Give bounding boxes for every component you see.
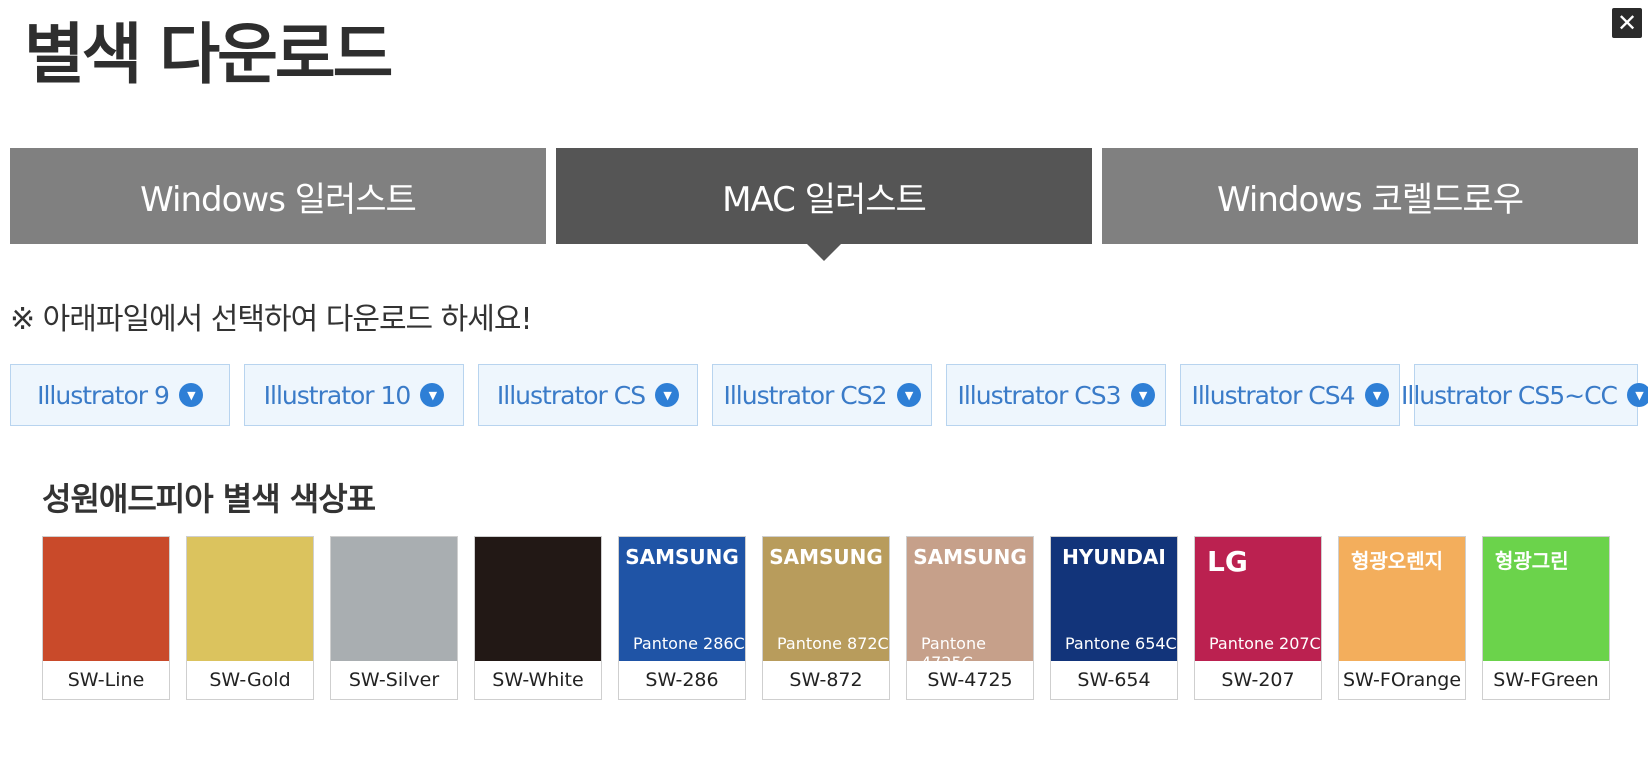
swatch-color [475, 537, 601, 661]
tab-windows-coreldraw[interactable]: Windows 코렐드로우 [1102, 148, 1638, 244]
download-icon: ▼ [1130, 383, 1155, 407]
brand-logo: 형광그린 [1495, 549, 1569, 573]
version-label: Illustrator 10 [263, 380, 412, 410]
version-button-illustrator-cs5-cc[interactable]: Illustrator CS5~CC ▼ [1401, 364, 1648, 426]
swatch-name: SW-286 [619, 661, 745, 699]
swatch-name: SW-Gold [187, 661, 313, 699]
pantone-label: Pantone 286C [633, 634, 745, 653]
brand-logo: LG [1207, 545, 1248, 578]
swatch-sw-654[interactable]: HYUNDAI Pantone 654C SW-654 [1050, 536, 1178, 700]
brand-logo: SAMSUNG [769, 545, 883, 569]
download-icon: ▼ [178, 383, 203, 407]
color-chart-title: 성원애드피아 별색 색상표 [42, 480, 376, 518]
version-button-illustrator-9[interactable]: Illustrator 9 ▼ [10, 364, 230, 426]
version-label: Illustrator CS4 [1191, 380, 1355, 410]
active-tab-pointer [807, 244, 841, 261]
pantone-label: Pantone 207C [1209, 634, 1321, 653]
version-button-illustrator-cs[interactable]: Illustrator CS ▼ [478, 364, 698, 426]
swatch-color [187, 537, 313, 661]
swatch-name: SW-207 [1195, 661, 1321, 699]
version-button-illustrator-cs3[interactable]: Illustrator CS3 ▼ [946, 364, 1166, 426]
swatch-sw-silver[interactable]: SW-Silver [330, 536, 458, 700]
version-button-illustrator-cs4[interactable]: Illustrator CS4 ▼ [1180, 364, 1400, 426]
download-icon: ▼ [1364, 383, 1389, 407]
os-tabs: Windows 일러스트 MAC 일러스트 Windows 코렐드로우 [10, 148, 1638, 261]
version-label: Illustrator CS [496, 380, 646, 410]
pantone-label: Pantone 654C [1065, 634, 1177, 653]
brand-logo: 형광오렌지 [1351, 549, 1443, 573]
swatch-name: SW-FGreen [1483, 661, 1609, 699]
brand-logo: SAMSUNG [913, 545, 1027, 569]
download-icon: ▼ [1626, 383, 1648, 407]
swatch-sw-line[interactable]: SW-Line [42, 536, 170, 700]
swatch-name: SW-4725 [907, 661, 1033, 699]
swatch-color [43, 537, 169, 661]
tab-label: Windows 코렐드로우 [1217, 179, 1524, 220]
tab-label: MAC 일러스트 [722, 179, 927, 220]
swatch-sw-gold[interactable]: SW-Gold [186, 536, 314, 700]
swatch-name: SW-654 [1051, 661, 1177, 699]
swatch-sw-4725[interactable]: SAMSUNG Pantone 4725C SW-4725 [906, 536, 1034, 700]
pantone-label: Pantone 872C [777, 634, 889, 653]
swatch-color [331, 537, 457, 661]
swatch-name: SW-FOrange [1339, 661, 1465, 699]
close-icon[interactable]: ✕ [1612, 8, 1642, 38]
swatch-name: SW-White [475, 661, 601, 699]
download-icon: ▼ [896, 383, 921, 407]
swatch-sw-white[interactable]: SW-White [474, 536, 602, 700]
swatch-name: SW-Line [43, 661, 169, 699]
swatch-sw-872[interactable]: SAMSUNG Pantone 872C SW-872 [762, 536, 890, 700]
version-label: Illustrator CS5~CC [1401, 380, 1618, 410]
version-label: Illustrator CS2 [723, 380, 887, 410]
brand-logo: SAMSUNG [625, 545, 739, 569]
tab-mac-illustrator[interactable]: MAC 일러스트 [556, 148, 1092, 261]
version-buttons: Illustrator 9 ▼ Illustrator 10 ▼ Illustr… [10, 364, 1648, 428]
swatch-name: SW-872 [763, 661, 889, 699]
swatch-sw-fgreen[interactable]: 형광그린 SW-FGreen [1482, 536, 1610, 700]
download-notice: ※ 아래파일에서 선택하여 다운로드 하세요! [10, 302, 533, 337]
swatch-sw-forange[interactable]: 형광오렌지 SW-FOrange [1338, 536, 1466, 700]
download-icon: ▼ [420, 383, 445, 407]
version-button-illustrator-cs2[interactable]: Illustrator CS2 ▼ [712, 364, 932, 426]
swatch-sw-207[interactable]: LG Pantone 207C SW-207 [1194, 536, 1322, 700]
swatch-sw-286[interactable]: SAMSUNG Pantone 286C SW-286 [618, 536, 746, 700]
tab-windows-illustrator[interactable]: Windows 일러스트 [10, 148, 546, 244]
download-icon: ▼ [655, 383, 680, 407]
page-title: 별색 다운로드 [24, 16, 393, 93]
brand-logo: HYUNDAI [1062, 545, 1166, 569]
swatch-name: SW-Silver [331, 661, 457, 699]
version-label: Illustrator 9 [37, 380, 170, 410]
tab-label: Windows 일러스트 [140, 179, 417, 220]
version-label: Illustrator CS3 [957, 380, 1121, 410]
version-button-illustrator-10[interactable]: Illustrator 10 ▼ [244, 364, 464, 426]
